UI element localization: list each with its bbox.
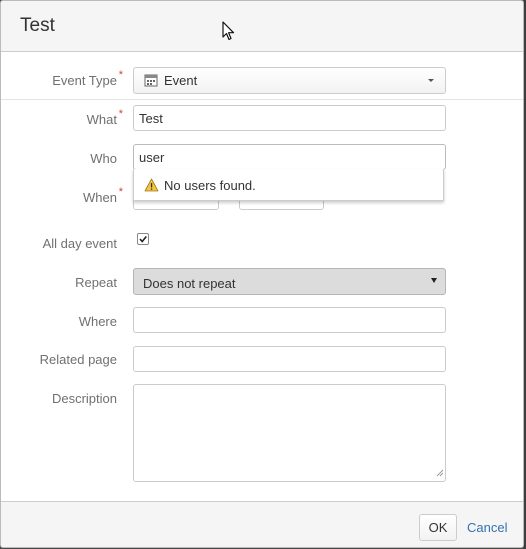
ok-button[interactable]: OK bbox=[419, 514, 457, 541]
create-event-dialog: Test Event Type * Event What * Test Who … bbox=[0, 0, 524, 548]
who-suggestions-dropdown: No users found. bbox=[133, 169, 444, 201]
related-page-label: Related page bbox=[39, 352, 117, 367]
chevron-down-icon bbox=[428, 79, 434, 82]
no-users-message: No users found. bbox=[164, 178, 256, 193]
warning-icon bbox=[144, 178, 159, 195]
checkmark-icon bbox=[139, 235, 147, 243]
repeat-label: Repeat bbox=[75, 275, 117, 290]
description-textarea[interactable] bbox=[133, 384, 446, 482]
dialog-header: Test bbox=[1, 1, 523, 52]
divider bbox=[1, 99, 523, 100]
related-page-input[interactable] bbox=[133, 346, 446, 372]
repeat-select[interactable]: Does not repeat bbox=[133, 268, 446, 295]
all-day-checkbox[interactable] bbox=[137, 233, 149, 245]
repeat-value: Does not repeat bbox=[143, 276, 236, 291]
event-type-value: Event bbox=[164, 73, 198, 88]
all-day-label: All day event bbox=[42, 236, 117, 251]
calendar-icon bbox=[144, 73, 158, 90]
dialog-title: Test bbox=[20, 15, 55, 36]
where-label: Where bbox=[78, 314, 117, 329]
mouse-pointer-icon bbox=[222, 21, 235, 44]
description-label: Description bbox=[51, 391, 117, 406]
dropdown-arrow-icon bbox=[431, 278, 437, 283]
cancel-link[interactable]: Cancel bbox=[467, 520, 507, 535]
what-label: What * bbox=[86, 108, 123, 127]
resize-grip-icon[interactable] bbox=[436, 465, 444, 480]
event-type-select[interactable]: Event bbox=[133, 67, 446, 94]
event-type-label: Event Type * bbox=[52, 69, 123, 88]
who-label: Who bbox=[90, 151, 117, 166]
where-input[interactable] bbox=[133, 307, 446, 333]
when-label: When * bbox=[83, 186, 123, 205]
dialog-footer: OK Cancel bbox=[1, 501, 523, 547]
who-input[interactable]: user bbox=[133, 144, 446, 170]
what-input[interactable]: Test bbox=[133, 105, 446, 131]
